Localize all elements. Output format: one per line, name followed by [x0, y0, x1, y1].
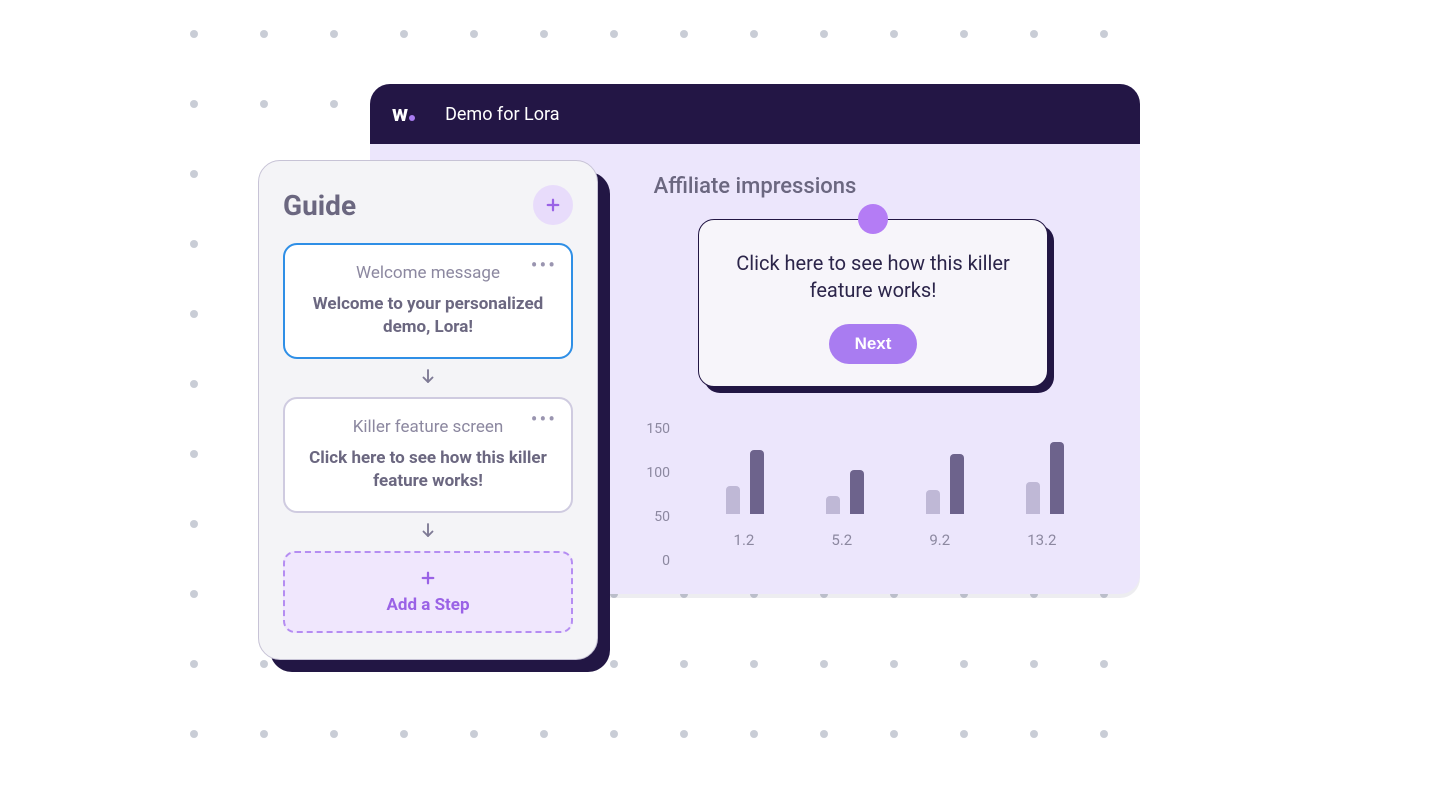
dashboard-header: w Demo for Lora — [370, 84, 1140, 144]
logo-dot — [409, 115, 415, 121]
logo-mark: w — [392, 102, 407, 127]
more-icon[interactable]: ••• — [531, 409, 557, 429]
step-card-feature[interactable]: ••• Killer feature screen Click here to … — [283, 397, 573, 513]
step-label: Welcome message — [303, 263, 553, 283]
chart-y-axis: 150 100 50 0 — [640, 389, 680, 569]
add-step-label: Add a Step — [301, 595, 555, 615]
y-tick: 0 — [640, 553, 670, 569]
bar — [850, 470, 864, 514]
bar-group — [1026, 442, 1064, 514]
callout-text: Click here to see how this killer featur… — [729, 250, 1017, 304]
callout-pointer-icon — [858, 204, 888, 234]
feature-callout: Click here to see how this killer featur… — [698, 219, 1048, 387]
x-tick: 13.2 — [1027, 531, 1056, 549]
x-tick: 9.2 — [929, 531, 950, 549]
bar — [750, 450, 764, 514]
step-body: Click here to see how this killer featur… — [303, 447, 553, 493]
bar — [726, 486, 740, 514]
guide-panel: Guide ••• Welcome message Welcome to you… — [258, 160, 598, 660]
bar — [826, 496, 840, 514]
x-tick: 5.2 — [831, 531, 852, 549]
x-tick: 1.2 — [734, 531, 755, 549]
plus-icon — [544, 196, 562, 214]
dashboard-title: Demo for Lora — [445, 104, 559, 125]
arrow-down-icon — [283, 513, 573, 551]
bar-group — [726, 450, 764, 514]
y-tick: 50 — [640, 509, 670, 525]
bar-group — [826, 470, 864, 514]
chart-bars — [695, 394, 1095, 514]
bar — [926, 490, 940, 514]
more-icon[interactable]: ••• — [531, 255, 557, 275]
guide-title: Guide — [283, 189, 356, 222]
y-tick: 150 — [640, 421, 670, 437]
step-card-welcome[interactable]: ••• Welcome message Welcome to your pers… — [283, 243, 573, 359]
chart-x-axis: 1.2 5.2 9.2 13.2 — [695, 531, 1095, 549]
add-button[interactable] — [533, 185, 573, 225]
bar — [1050, 442, 1064, 514]
plus-icon — [301, 569, 555, 591]
app-logo: w — [392, 102, 415, 127]
step-body: Welcome to your personalized demo, Lora! — [303, 293, 553, 339]
arrow-down-icon — [283, 359, 573, 397]
bar-group — [926, 454, 964, 514]
bar — [950, 454, 964, 514]
step-label: Killer feature screen — [303, 417, 553, 437]
bar — [1026, 482, 1040, 514]
chart-area: Click here to see how this killer featur… — [640, 219, 1100, 559]
guide-header: Guide — [283, 185, 573, 225]
y-tick: 100 — [640, 465, 670, 481]
add-step-button[interactable]: Add a Step — [283, 551, 573, 633]
next-button[interactable]: Next — [829, 324, 918, 364]
